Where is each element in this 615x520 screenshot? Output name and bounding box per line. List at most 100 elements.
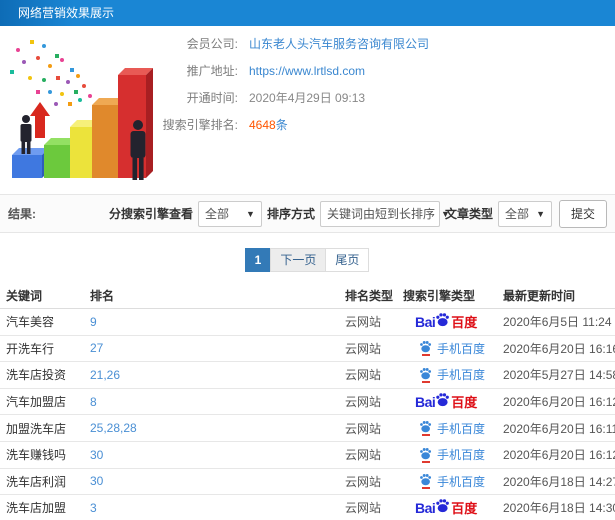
engine-type-cell: Bai 百度 (403, 498, 503, 517)
engine-filter-select[interactable]: 全部 ▼ (197, 200, 262, 227)
ranking-table: 关键词 排名 排名类型 搜索引擎类型 最新更新时间 汽车美容 9 云网站 Bai 百度 2… (0, 283, 615, 520)
rank-count-value: 4648条 (249, 118, 288, 132)
header-rank: 排名 (90, 289, 115, 303)
promo-url-link[interactable]: https://www.lrtlsd.com (238, 64, 365, 78)
update-time-cell: 2020年6月18日 14:30 (503, 501, 615, 516)
table-row: 洗车店利润 30 云网站 手机百度 2020年6月18日 14:27 (0, 469, 615, 496)
article-type-label: 文章类型 (444, 207, 493, 221)
info-row-url: 推广地址: https://www.lrtlsd.com (150, 57, 615, 84)
baidu-logo: Bai 百度 (415, 393, 478, 411)
result-label: 结果: (8, 207, 36, 221)
bar-chart-illustration (10, 40, 153, 180)
chevron-down-icon: ▼ (246, 208, 255, 219)
pagination: 1 下一页 尾页 (0, 248, 615, 272)
rank-link[interactable]: 9 (90, 315, 97, 329)
baidu-paw-icon (420, 474, 432, 486)
baidu-paw-icon (436, 313, 450, 327)
header-engine-type: 搜索引擎类型 (403, 289, 476, 303)
table-row: 开洗车行 27 云网站 手机百度 2020年6月20日 16:16 (0, 336, 615, 363)
baidu-paw-icon (420, 368, 432, 380)
mobile-baidu-icon (419, 473, 432, 490)
info-row-company: 会员公司: 山东老人头汽车服务咨询有限公司 (150, 30, 615, 57)
rank-link[interactable]: 8 (90, 395, 97, 409)
page-title: 网络营销效果展示 (18, 6, 115, 20)
app-header: 网络营销效果展示 (0, 0, 615, 26)
article-type-select[interactable]: 全部 ▼ (497, 200, 552, 227)
info-row-open-time: 开通时间: 2020年4月29日 09:13 (150, 84, 615, 111)
open-time-value: 2020年4月29日 09:13 (249, 91, 366, 105)
header-keyword: 关键词 (6, 289, 43, 303)
mobile-baidu-badge: 手机百度 (419, 340, 485, 357)
growth-arrow-icon (30, 102, 50, 138)
rank-type-cell: 云网站 (345, 368, 382, 383)
sort-order-value: 关键词由短到长排序 (326, 207, 435, 221)
member-info: 会员公司: 山东老人头汽车服务咨询有限公司 推广地址: https://www.… (150, 26, 615, 138)
mobile-baidu-badge: 手机百度 (419, 473, 485, 490)
rank-link[interactable]: 27 (90, 341, 103, 355)
sort-order-select[interactable]: 关键词由短到长排序 ▼ (319, 200, 450, 227)
baidu-logo: Bai 百度 (415, 313, 478, 331)
baidu-paw-icon (420, 341, 432, 353)
baidu-paw-icon (420, 447, 432, 460)
engine-filter-value: 全部 (204, 207, 229, 221)
rank-type-cell: 云网站 (345, 315, 382, 330)
last-page-button[interactable]: 尾页 (325, 248, 370, 272)
mobile-baidu-icon (419, 447, 432, 463)
keyword-cell: 洗车店加盟 (6, 501, 67, 516)
company-link[interactable]: 山东老人头汽车服务咨询有限公司 (238, 35, 429, 52)
table-body: 汽车美容 9 云网站 Bai 百度 2020年6月5日 11:24 开洗车行 27 云网站 手机百… (0, 309, 615, 520)
mobile-baidu-badge: 手机百度 (419, 446, 485, 463)
mobile-baidu-icon (419, 340, 432, 357)
baidu-paw-icon (436, 393, 450, 407)
keyword-cell: 加盟洗车店 (6, 421, 67, 436)
top-section: 会员公司: 山东老人头汽车服务咨询有限公司 推广地址: https://www.… (0, 26, 615, 194)
rank-link[interactable]: 30 (90, 474, 103, 488)
rank-link[interactable]: 25,28,28 (90, 421, 137, 435)
update-time-cell: 2020年6月20日 16:16 (503, 341, 615, 356)
engine-type-cell: 手机百度 (403, 420, 503, 437)
engine-type-cell: 手机百度 (403, 340, 503, 357)
rank-link[interactable]: 30 (90, 448, 103, 462)
baidu-logo: Bai 百度 (415, 499, 478, 517)
engine-type-cell: 手机百度 (403, 446, 503, 463)
confetti-dots (10, 40, 92, 106)
submit-button[interactable]: 提交 (558, 199, 607, 228)
keyword-cell: 汽车美容 (6, 315, 55, 330)
baidu-paw-icon (436, 499, 450, 513)
update-time-cell: 2020年6月20日 16:12 (503, 395, 615, 410)
engine-type-cell: 手机百度 (403, 366, 503, 383)
table-row: 汽车美容 9 云网站 Bai 百度 2020年6月5日 11:24 (0, 309, 615, 336)
rank-type-cell: 云网站 (345, 421, 382, 436)
update-time-cell: 2020年6月18日 14:27 (503, 474, 615, 489)
table-row: 洗车店加盟 3 云网站 Bai 百度 2020年6月18日 14:30 (0, 495, 615, 520)
chevron-down-icon: ▼ (536, 208, 545, 219)
engine-type-cell: 手机百度 (403, 473, 503, 490)
rank-type-cell: 云网站 (345, 501, 382, 516)
table-row: 加盟洗车店 25,28,28 云网站 手机百度 2020年6月20日 16:11 (0, 415, 615, 442)
update-time-cell: 2020年6月20日 16:12 (503, 448, 615, 463)
engine-type-cell: Bai 百度 (403, 392, 503, 411)
keyword-cell: 汽车加盟店 (6, 395, 67, 410)
update-time-cell: 2020年6月20日 16:11 (503, 421, 615, 436)
rank-type-cell: 云网站 (345, 448, 382, 463)
mobile-baidu-icon (419, 420, 432, 437)
rank-link[interactable]: 3 (90, 501, 97, 515)
header-rank-type: 排名类型 (345, 289, 394, 303)
keyword-cell: 洗车店利润 (6, 474, 67, 489)
rank-type-cell: 云网站 (345, 395, 382, 410)
mobile-baidu-badge: 手机百度 (419, 420, 485, 437)
baidu-paw-icon (420, 421, 432, 433)
next-page-button[interactable]: 下一页 (270, 248, 327, 272)
sort-order-label: 排序方式 (266, 207, 315, 221)
keyword-cell: 开洗车行 (6, 341, 55, 356)
update-time-cell: 2020年6月5日 11:24 (503, 315, 612, 330)
rank-type-cell: 云网站 (345, 474, 382, 489)
rank-type-cell: 云网站 (345, 341, 382, 356)
engine-type-cell: Bai 百度 (403, 312, 503, 331)
table-row: 汽车加盟店 8 云网站 Bai 百度 2020年6月20日 16:12 (0, 389, 615, 416)
table-row: 洗车店投资 21,26 云网站 手机百度 2020年5月27日 14:58 (0, 362, 615, 389)
pagination-page-1[interactable]: 1 (244, 248, 272, 272)
keyword-cell: 洗车赚钱吗 (6, 448, 67, 463)
engine-filter-label: 分搜索引擎查看 (108, 207, 193, 221)
rank-link[interactable]: 21,26 (90, 368, 120, 382)
